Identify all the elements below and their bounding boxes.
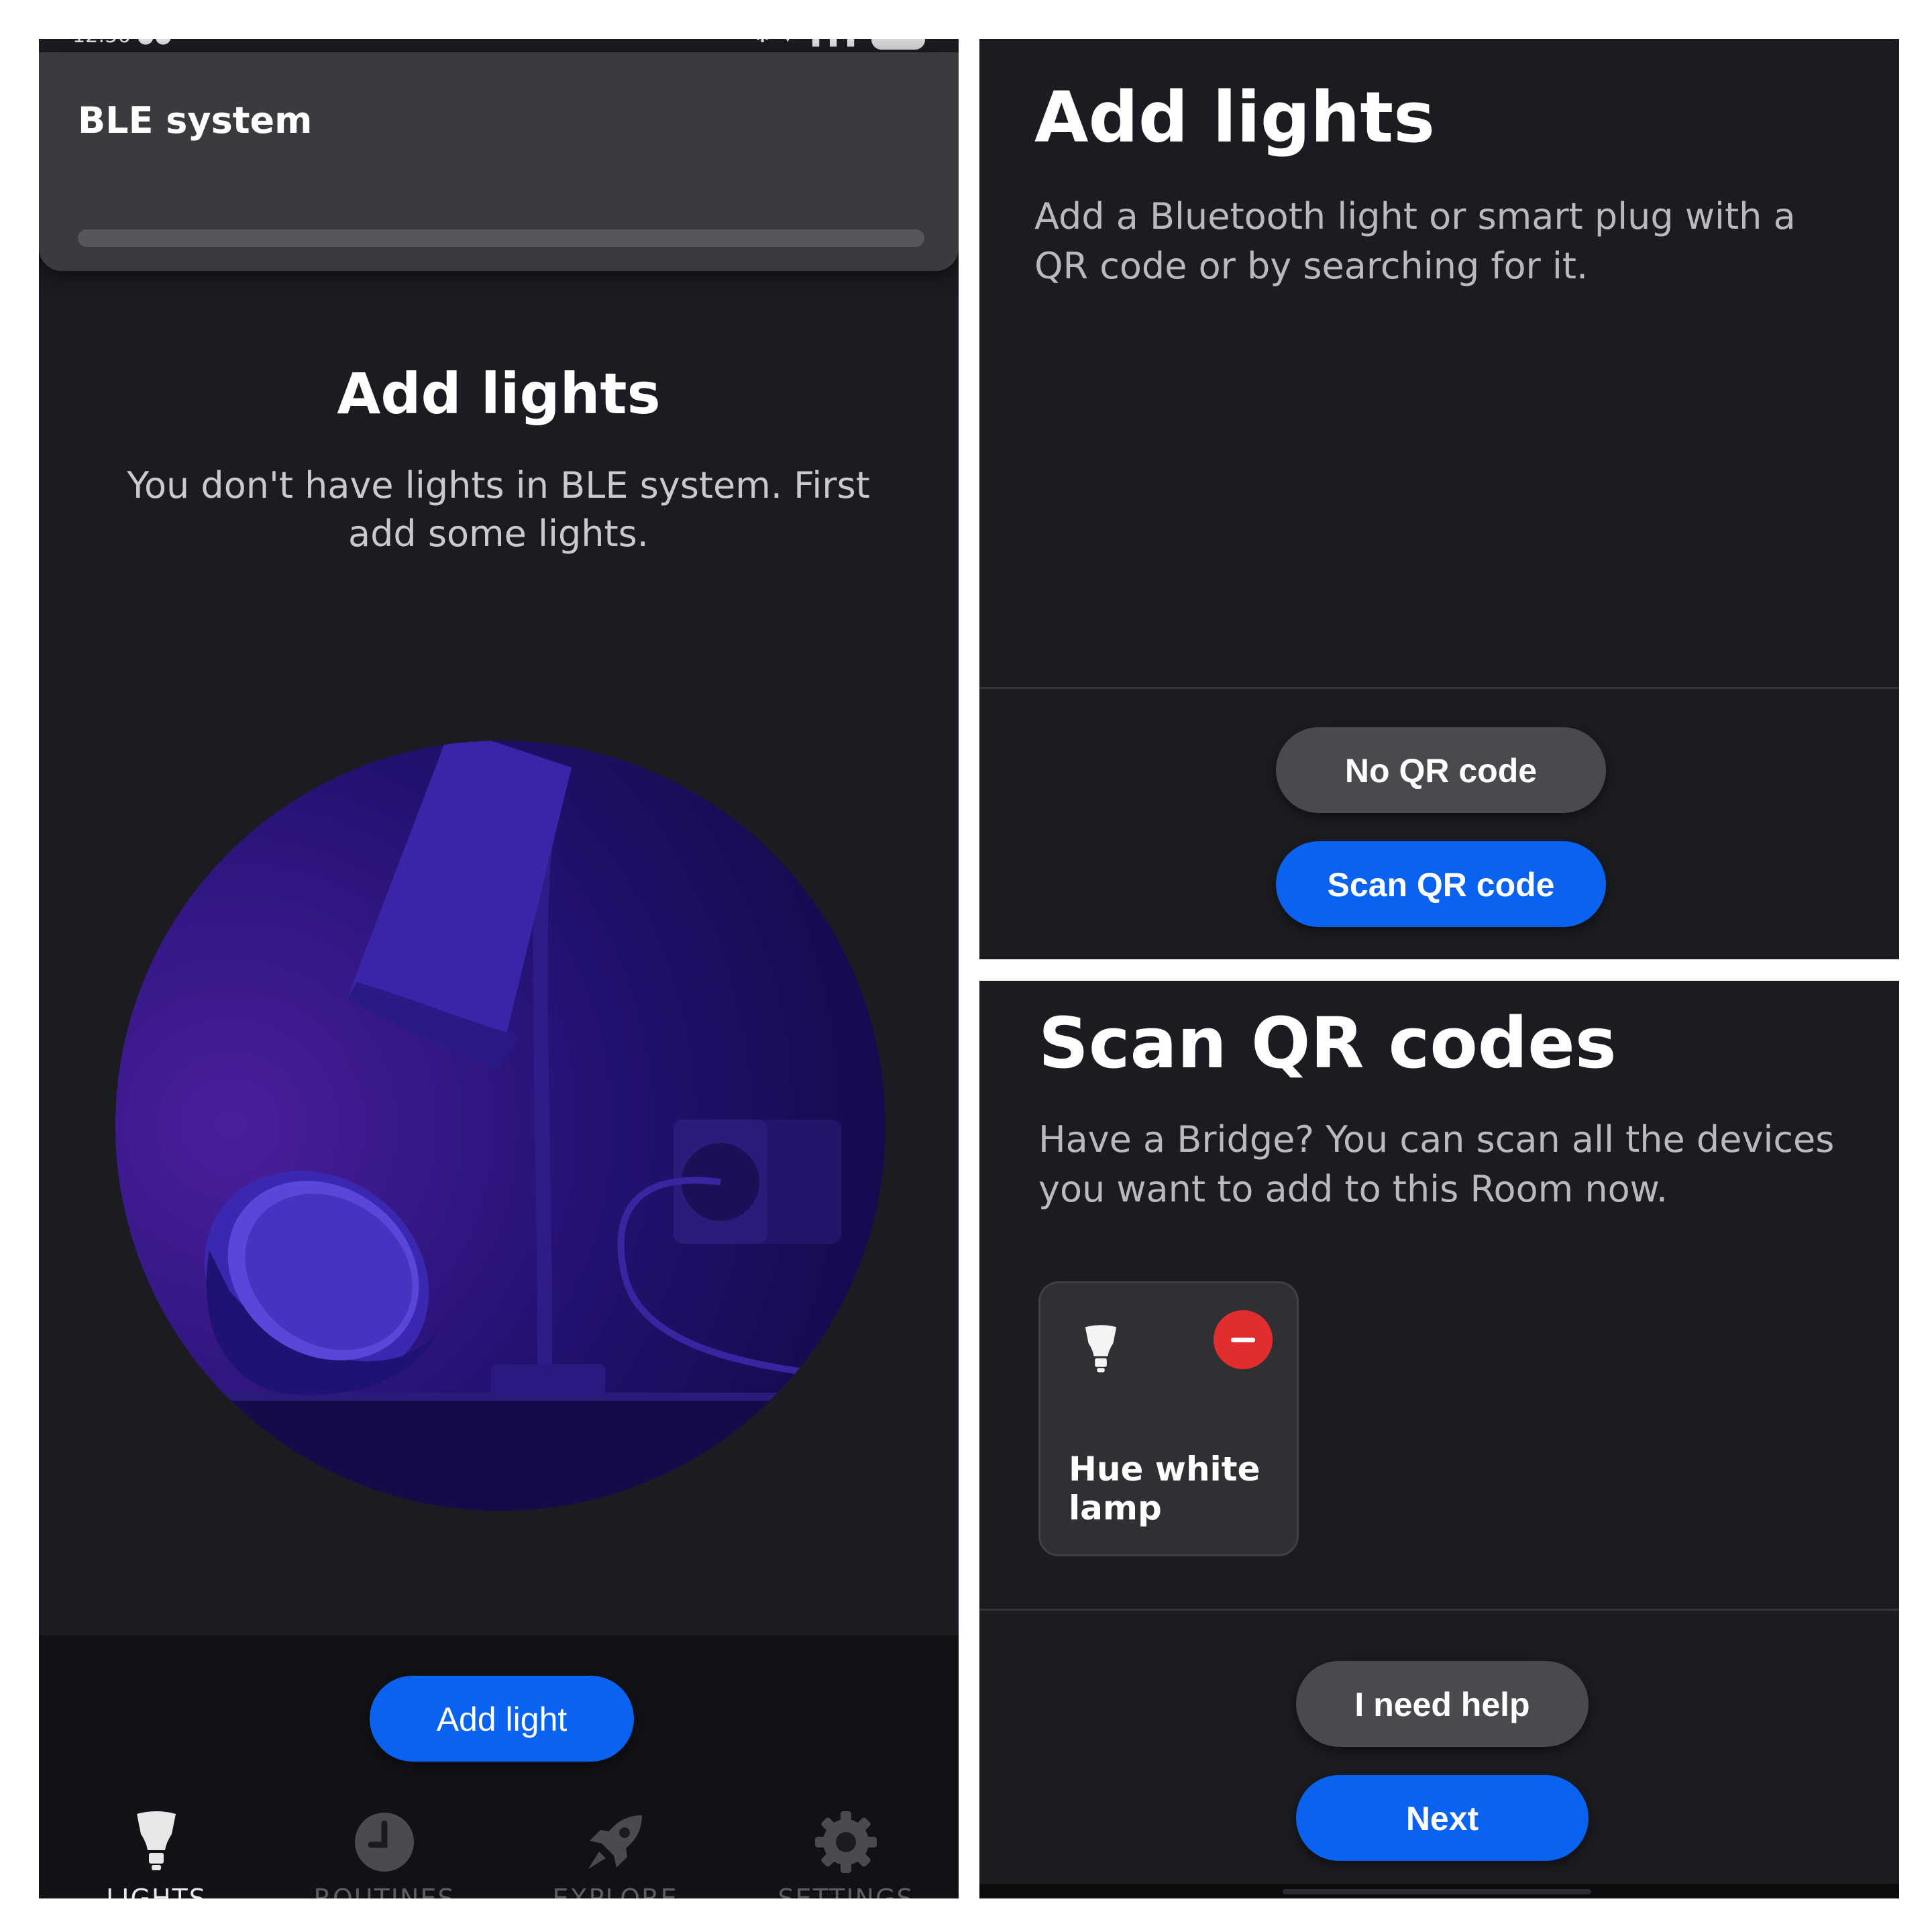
clock-icon: [355, 1813, 414, 1872]
remove-device-button[interactable]: [1214, 1310, 1273, 1369]
scan-qr-codes-screen: Scan QR codes Have a Bridge? You can sca…: [979, 981, 1899, 1898]
page-title: Add lights: [1034, 76, 1435, 158]
lamp-illustration: [115, 741, 885, 1511]
nav-label-explore: EXPLORE: [552, 1884, 678, 1898]
page-description: Add a Bluetooth light or smart plug with…: [1034, 195, 1796, 287]
nav-explore[interactable]: EXPLORE: [531, 1810, 699, 1898]
need-help-button[interactable]: I need help: [1296, 1661, 1589, 1747]
bulb-icon: [1085, 1325, 1117, 1373]
page-title: Add lights: [337, 361, 661, 427]
nav-routines[interactable]: ROUTINES: [301, 1810, 468, 1898]
home-indicator[interactable]: [1283, 1889, 1591, 1894]
nav-settings[interactable]: SETTINGS: [762, 1810, 930, 1898]
system-bar: [979, 1884, 1899, 1898]
status-bar: 12:56 ●● ✱ ▾ ▐▐▐: [39, 39, 959, 52]
device-name: Hue white lamp: [1069, 1450, 1260, 1527]
header-card: BLE system: [39, 52, 959, 271]
device-tile[interactable]: Hue white lamp: [1038, 1281, 1299, 1556]
nav-label-settings: SETTINGS: [777, 1884, 914, 1898]
progress-bar: [78, 229, 924, 247]
next-button[interactable]: Next: [1296, 1775, 1589, 1861]
page-description: Have a Bridge? You can scan all the devi…: [1038, 1118, 1835, 1210]
add-lights-screen: Add lights Add a Bluetooth light or smar…: [979, 39, 1899, 959]
header-title: BLE system: [78, 99, 313, 142]
no-qr-code-button[interactable]: No QR code: [1276, 727, 1606, 813]
add-light-button[interactable]: Add light: [370, 1676, 634, 1762]
ble-system-screen: 12:56 ●● ✱ ▾ ▐▐▐ BLE system Add lights Y…: [39, 39, 959, 1898]
status-icons: ✱ ▾ ▐▐▐: [755, 39, 858, 47]
divider: [979, 687, 1899, 689]
bottom-navigation: LIGHTS ROUTINES EXPLORE SETTINGS: [39, 1810, 959, 1898]
nav-label-routines: ROUTINES: [313, 1884, 455, 1898]
rocket-icon: [588, 1815, 642, 1869]
page-title: Scan QR codes: [1038, 1002, 1617, 1084]
page-description: You don't have lights in BLE system. Fir…: [127, 464, 870, 555]
nav-lights[interactable]: LIGHTS: [72, 1810, 240, 1898]
nav-label-lights: LIGHTS: [106, 1884, 207, 1898]
status-time: 12:56 ●●: [72, 39, 172, 48]
bulb-icon: [137, 1811, 176, 1870]
battery-icon: [871, 39, 925, 50]
gear-icon: [815, 1811, 877, 1873]
divider: [979, 1609, 1899, 1611]
scan-qr-code-button[interactable]: Scan QR code: [1276, 841, 1606, 927]
